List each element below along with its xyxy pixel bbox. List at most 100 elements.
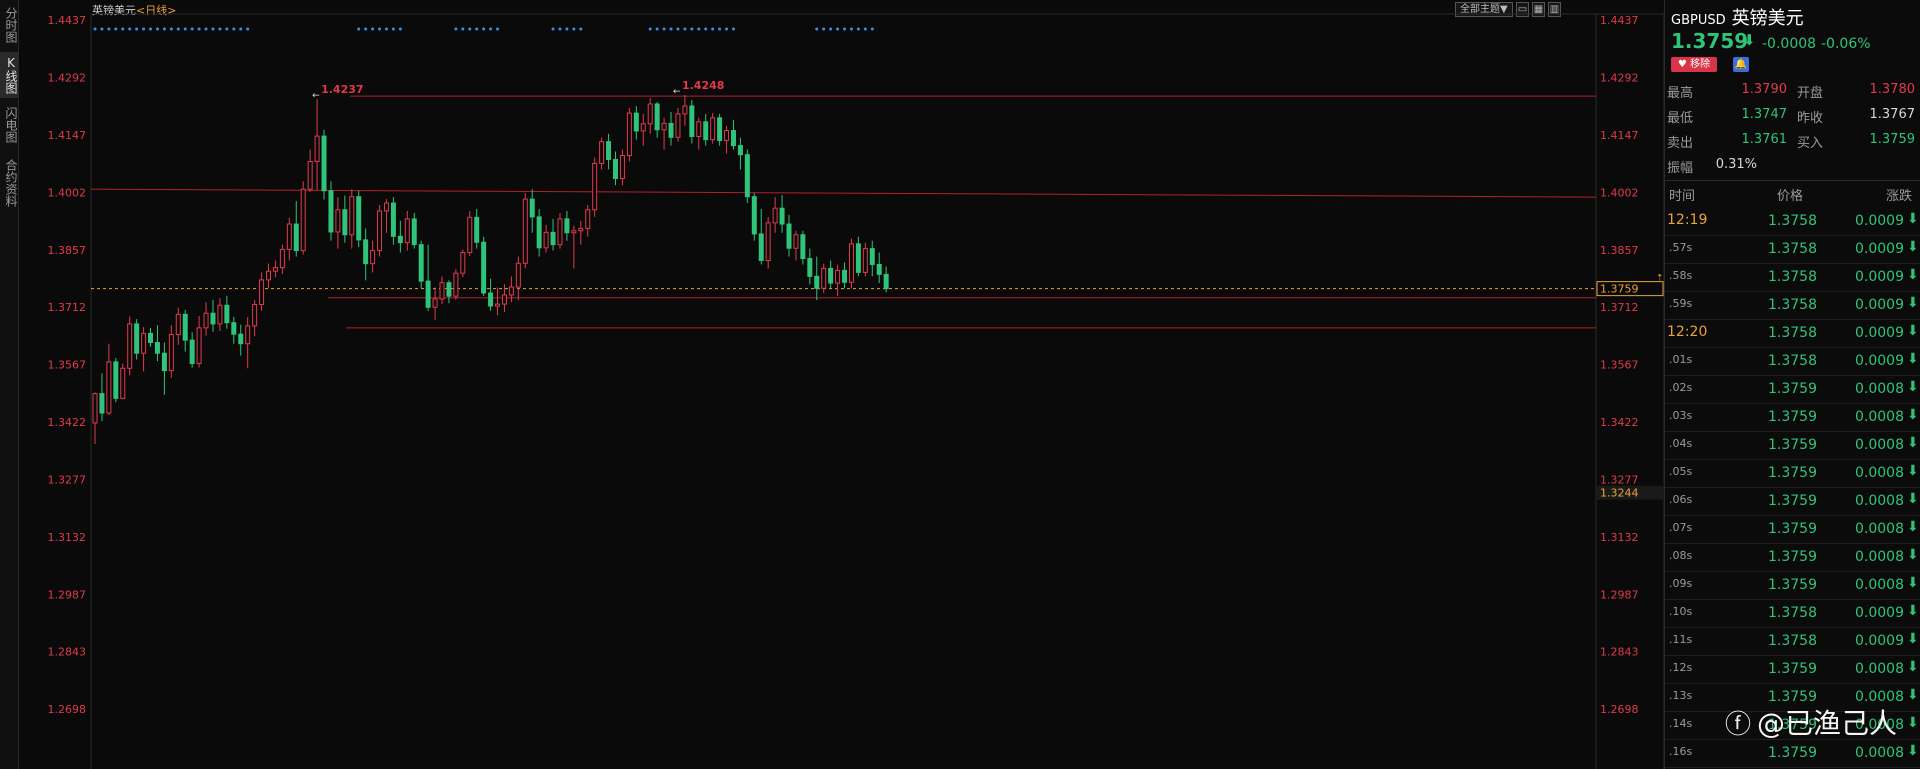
candle bbox=[238, 324, 244, 356]
tick-row: .08s 1.3759 0.0008 ⬇ bbox=[1665, 543, 1920, 572]
candle bbox=[314, 99, 320, 190]
event-marker-dot bbox=[731, 27, 735, 31]
candle-body bbox=[807, 258, 813, 277]
candle-body bbox=[703, 121, 709, 141]
y-tick-label-right: 1.3277 bbox=[1600, 474, 1639, 487]
remove-favorite-button[interactable]: ♥ 移除 bbox=[1671, 57, 1717, 72]
event-marker-dot bbox=[357, 27, 361, 31]
candle-body bbox=[383, 202, 389, 212]
candle-body bbox=[92, 393, 98, 424]
candle-body bbox=[522, 198, 528, 264]
candle bbox=[654, 102, 660, 138]
ticks-header-price: 价格 bbox=[1777, 189, 1804, 204]
stat-label: 卖出 bbox=[1667, 136, 1694, 151]
high-annotation-label: 1.4248 bbox=[682, 79, 724, 92]
event-marker-dot bbox=[565, 27, 569, 31]
candle bbox=[855, 236, 861, 277]
y-tick-label-right: 1.4002 bbox=[1600, 186, 1639, 199]
candle bbox=[279, 244, 285, 274]
candlestick-chart[interactable]: 1.4437 1.4292 1.4147 1.4002 1.3857 1.3712 1.35… bbox=[0, 0, 1664, 769]
bell-icon[interactable]: 🔔 bbox=[1733, 57, 1749, 72]
stat-prev-close: 1.3767 bbox=[1869, 107, 1916, 122]
event-marker-dot bbox=[690, 27, 694, 31]
candle bbox=[148, 327, 154, 347]
event-marker-dot bbox=[155, 27, 159, 31]
down-arrow-icon: ⬇ bbox=[1907, 267, 1919, 283]
tick-time: .07s bbox=[1669, 521, 1693, 534]
arrow-left-icon: ← bbox=[312, 91, 320, 101]
stat-label: 最高 bbox=[1667, 86, 1694, 101]
tick-change: 0.0009 bbox=[1855, 605, 1904, 621]
event-marker-dot bbox=[454, 27, 458, 31]
candle bbox=[661, 117, 667, 150]
candle bbox=[495, 287, 501, 316]
candle bbox=[266, 263, 271, 289]
event-marker-dot bbox=[579, 27, 583, 31]
y-tick-label-left: 1.3277 bbox=[48, 474, 87, 487]
candle-body bbox=[883, 273, 889, 290]
tick-price: 1.3759 bbox=[1768, 745, 1817, 761]
event-marker-dot bbox=[836, 27, 840, 31]
candle bbox=[377, 205, 383, 257]
event-marker-dot bbox=[162, 27, 166, 31]
candle bbox=[189, 332, 195, 368]
tick-time: .57s bbox=[1669, 241, 1693, 254]
candle bbox=[592, 157, 598, 217]
arrow-left-icon: ← bbox=[673, 87, 681, 97]
candle bbox=[154, 325, 160, 362]
candle-body bbox=[425, 280, 431, 308]
event-marker-dot bbox=[669, 27, 673, 31]
event-marker-dot bbox=[496, 27, 500, 31]
event-marker-dot bbox=[114, 27, 118, 31]
candle-body bbox=[744, 154, 750, 198]
candle-body bbox=[474, 216, 480, 243]
candle-body bbox=[495, 303, 501, 307]
candle bbox=[633, 105, 639, 140]
down-arrow-icon: ⬇ bbox=[1907, 407, 1919, 423]
down-arrow-icon: ⬇ bbox=[1743, 31, 1756, 49]
ticks-header: 时间 价格 涨跌 bbox=[1665, 185, 1920, 204]
candle bbox=[869, 240, 875, 277]
candle bbox=[737, 137, 743, 170]
candle-body bbox=[626, 112, 632, 157]
candle-body bbox=[689, 105, 695, 137]
cursor-price-label: 1.3244 bbox=[1600, 487, 1639, 500]
event-marker-dot bbox=[384, 27, 388, 31]
candle bbox=[460, 249, 466, 278]
candle bbox=[474, 208, 480, 249]
candle-body bbox=[245, 325, 251, 345]
candle-body bbox=[772, 207, 778, 224]
y-tick-label-left: 1.3567 bbox=[48, 359, 87, 372]
candle bbox=[439, 276, 445, 305]
y-tick-label-right: 1.4292 bbox=[1600, 71, 1639, 84]
tick-change: 0.0008 bbox=[1855, 437, 1904, 453]
candle-body bbox=[210, 312, 216, 325]
down-arrow-icon: ⬇ bbox=[1907, 631, 1919, 647]
candle-body bbox=[613, 158, 618, 179]
tick-time: .59s bbox=[1669, 297, 1693, 310]
tick-row: .16s 1.3759 0.0008 ⬇ bbox=[1665, 739, 1920, 768]
candle bbox=[224, 295, 230, 329]
candle bbox=[300, 181, 306, 255]
event-marker-dot bbox=[822, 27, 826, 31]
tick-change: 0.0009 bbox=[1855, 213, 1904, 229]
tick-row: .05s 1.3759 0.0008 ⬇ bbox=[1665, 459, 1920, 488]
event-marker-dot bbox=[218, 27, 222, 31]
tick-time: .09s bbox=[1669, 577, 1693, 590]
stat-buy: 1.3759 bbox=[1869, 132, 1916, 147]
down-arrow-icon: ⬇ bbox=[1907, 519, 1919, 535]
candle bbox=[432, 287, 438, 320]
candle-body bbox=[633, 112, 639, 132]
stat-label: 买入 bbox=[1797, 136, 1824, 151]
tick-row: .10s 1.3758 0.0009 ⬇ bbox=[1665, 599, 1920, 628]
event-marker-dot bbox=[183, 27, 187, 31]
candle-body bbox=[328, 190, 334, 233]
tick-time: .03s bbox=[1669, 409, 1693, 422]
candle bbox=[293, 201, 299, 257]
candle bbox=[425, 244, 431, 311]
stat-label: 最低 bbox=[1667, 111, 1694, 126]
candle-body bbox=[113, 361, 119, 399]
candle bbox=[758, 208, 764, 265]
y-tick-label-right: 1.3132 bbox=[1600, 531, 1639, 544]
y-tick-label-left: 1.4437 bbox=[48, 14, 87, 27]
